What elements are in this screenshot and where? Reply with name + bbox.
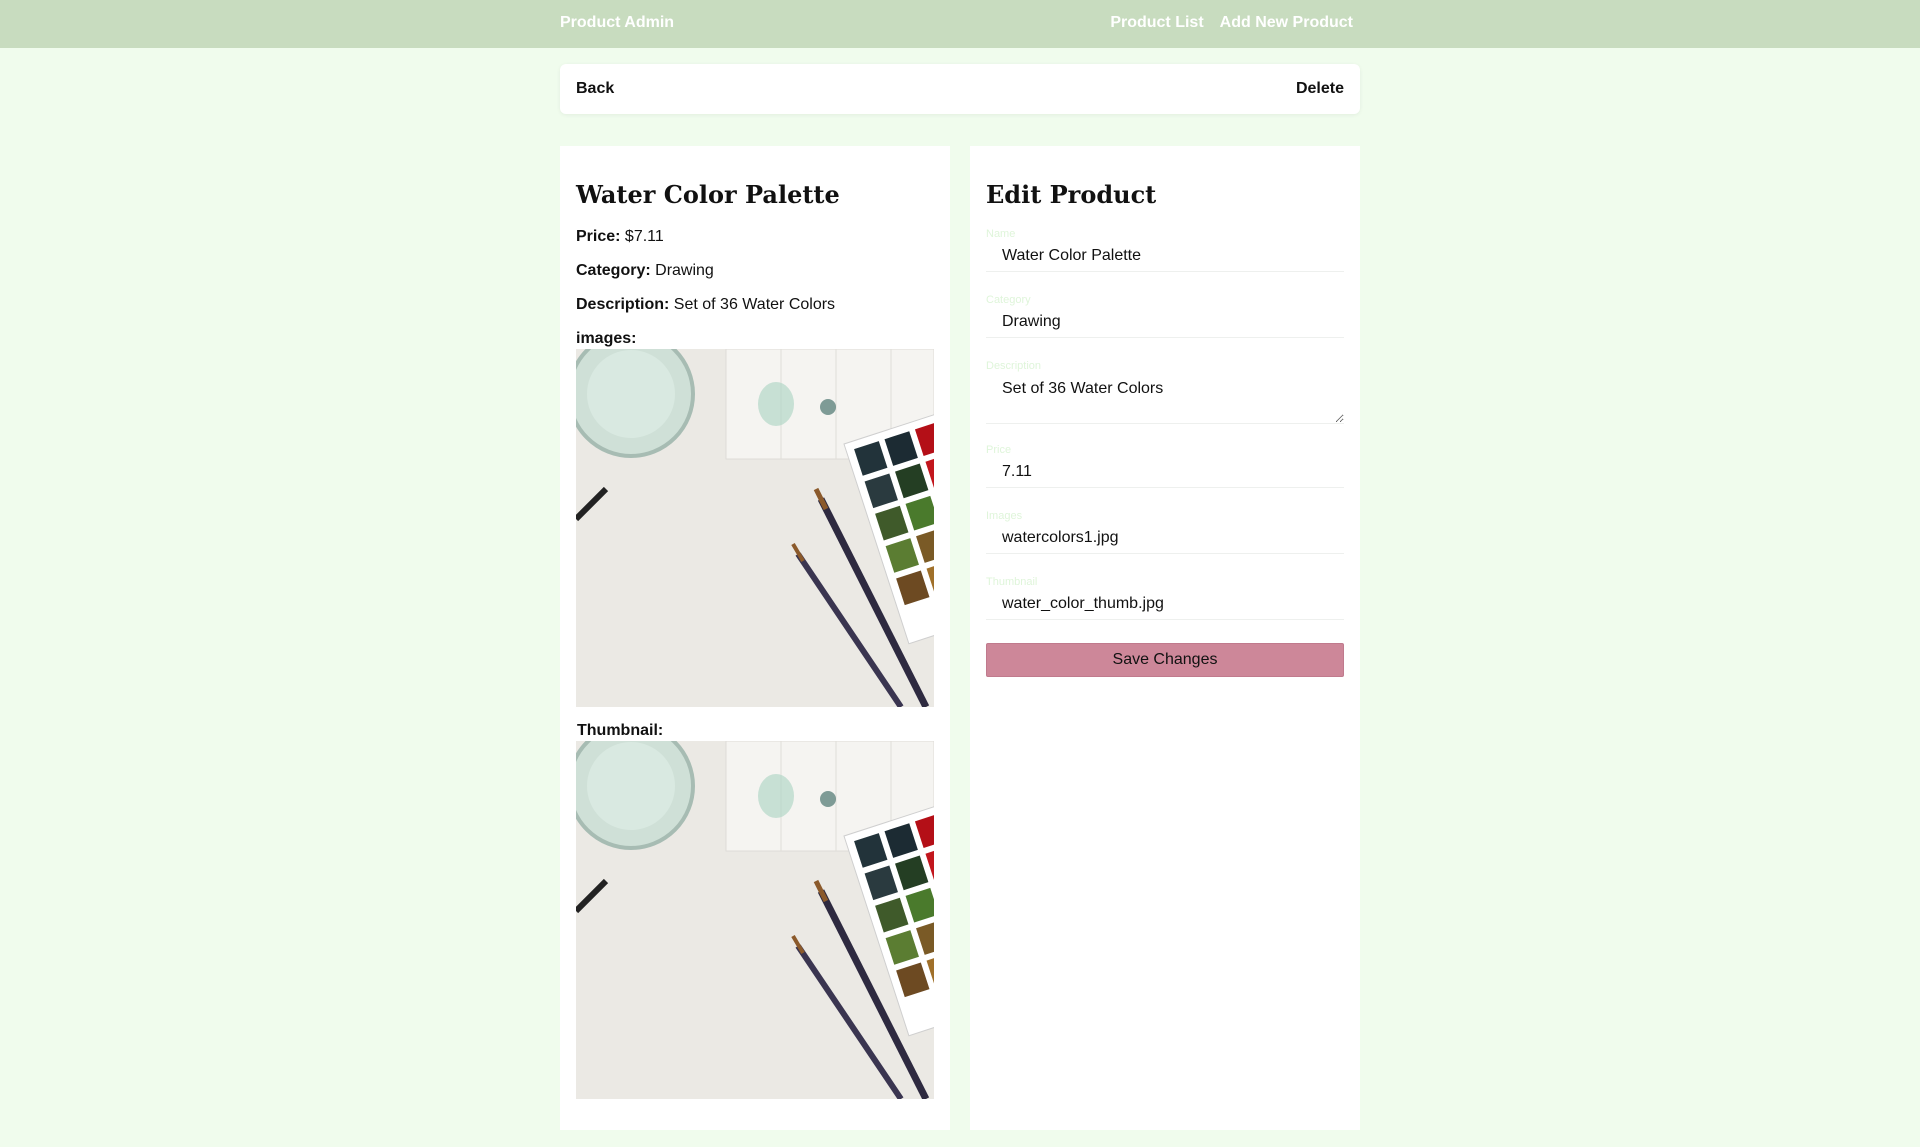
thumbnail-line: Thumbnail:	[577, 722, 663, 740]
product-image	[576, 349, 934, 707]
price-label: Price:	[576, 228, 621, 245]
description-textarea[interactable]: Set of 36 Water Colors	[986, 372, 1344, 424]
edit-form-title: Edit Product	[986, 180, 1157, 209]
product-title: Water Color Palette	[576, 180, 840, 209]
edit-product-panel: Edit Product Name Category Description S…	[970, 146, 1360, 1130]
description-field-label: Description	[986, 360, 1042, 372]
nav-links: Product List Add New Product	[1110, 14, 1353, 32]
category-line: Category: Drawing	[576, 262, 714, 280]
price-line: Price: $7.11	[576, 228, 664, 246]
product-detail-panel: Water Color Palette Price: $7.11 Categor…	[560, 146, 950, 1130]
images-line: images:	[576, 330, 636, 348]
nav-product-list-link[interactable]: Product List	[1110, 14, 1203, 32]
top-navbar: Product Admin Product List Add New Produ…	[0, 0, 1920, 48]
category-label: Category:	[576, 262, 651, 279]
delete-link[interactable]: Delete	[1296, 80, 1344, 98]
images-input[interactable]	[986, 522, 1344, 554]
category-input[interactable]	[986, 306, 1344, 338]
save-changes-button[interactable]: Save Changes	[986, 643, 1344, 677]
name-input[interactable]	[986, 240, 1344, 272]
nav-add-product-link[interactable]: Add New Product	[1220, 14, 1353, 32]
images-label: images:	[576, 330, 637, 347]
images-field-label: Images	[986, 510, 1023, 522]
description-line: Description: Set of 36 Water Colors	[576, 296, 835, 314]
back-link[interactable]: Back	[576, 80, 614, 98]
price-field-label: Price	[986, 444, 1012, 456]
action-bar: Back Delete	[560, 64, 1360, 114]
brand-link[interactable]: Product Admin	[560, 14, 674, 32]
description-label: Description:	[576, 296, 670, 313]
name-label: Name	[986, 228, 1016, 240]
thumbnail-input[interactable]	[986, 588, 1344, 620]
thumbnail-field-label: Thumbnail	[986, 576, 1038, 588]
thumbnail-label: Thumbnail:	[577, 722, 664, 739]
thumbnail-image	[576, 741, 934, 1099]
description-value: Set of 36 Water Colors	[673, 296, 836, 313]
price-value: $7.11	[624, 228, 664, 245]
price-input[interactable]	[986, 456, 1344, 488]
category-field-label: Category	[986, 294, 1031, 306]
category-value: Drawing	[655, 262, 714, 279]
